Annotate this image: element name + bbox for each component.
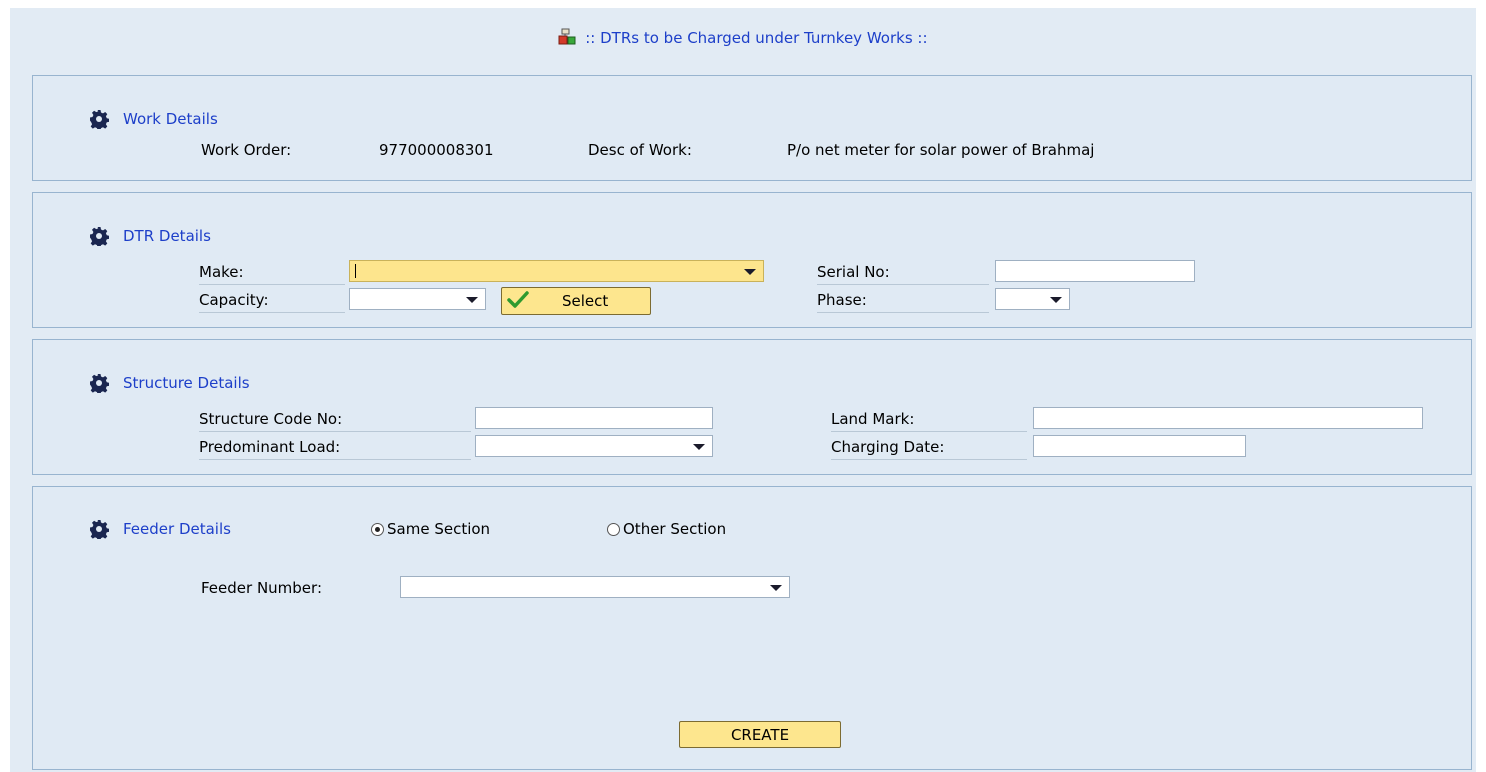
- chevron-down-icon: [770, 585, 782, 591]
- app-window: :: DTRs to be Charged under Turnkey Work…: [10, 8, 1476, 772]
- work-details-panel: Work Details Work Order: 977000008301 De…: [32, 75, 1472, 181]
- feeder-details-title-text: Feeder Details: [123, 520, 231, 538]
- page-title: :: DTRs to be Charged under Turnkey Work…: [10, 28, 1476, 50]
- create-button[interactable]: CREATE: [679, 721, 841, 748]
- predominant-load-label: Predominant Load:: [199, 438, 471, 460]
- serial-no-input[interactable]: [995, 260, 1195, 282]
- structure-details-title-text: Structure Details: [123, 374, 250, 392]
- dtr-details-panel: DTR Details Make: Capacity: Select Seria…: [32, 192, 1472, 328]
- gear-icon: [89, 373, 110, 395]
- chevron-down-icon: [693, 444, 705, 450]
- gear-icon: [89, 519, 110, 541]
- phase-label: Phase:: [817, 291, 989, 313]
- chevron-down-icon: [466, 297, 478, 303]
- dtr-details-title-text: DTR Details: [123, 227, 211, 245]
- predominant-load-select[interactable]: [475, 435, 713, 457]
- serial-no-label: Serial No:: [817, 263, 989, 285]
- structure-code-input[interactable]: [475, 407, 713, 429]
- land-mark-label: Land Mark:: [831, 410, 1027, 432]
- page-title-text: :: DTRs to be Charged under Turnkey Work…: [585, 29, 928, 47]
- radio-unselected-indicator[interactable]: [607, 522, 620, 536]
- same-section-radio[interactable]: Same Section: [371, 520, 490, 538]
- phase-select[interactable]: [995, 288, 1070, 310]
- make-select[interactable]: [349, 260, 764, 282]
- gear-icon: [89, 226, 110, 248]
- checkmark-icon: [507, 291, 529, 313]
- structure-details-title: Structure Details: [89, 373, 250, 395]
- transformer-icon: [558, 28, 576, 50]
- other-section-label: Other Section: [623, 520, 727, 538]
- structure-details-panel: Structure Details Structure Code No: Pre…: [32, 339, 1472, 475]
- chevron-down-icon: [744, 269, 756, 275]
- desc-of-work-value: P/o net meter for solar power of Brahmaj: [787, 141, 1095, 159]
- capacity-label: Capacity:: [199, 291, 345, 313]
- feeder-number-label: Feeder Number:: [201, 579, 322, 597]
- same-section-label: Same Section: [387, 520, 491, 538]
- desc-of-work-label: Desc of Work:: [588, 141, 692, 159]
- capacity-select[interactable]: [349, 288, 486, 310]
- work-details-title-text: Work Details: [123, 110, 218, 128]
- charging-date-label: Charging Date:: [831, 438, 1027, 460]
- other-section-radio[interactable]: Other Section: [607, 520, 726, 538]
- radio-selected-indicator[interactable]: [371, 522, 384, 536]
- structure-code-label: Structure Code No:: [199, 410, 471, 432]
- text-caret: [355, 264, 356, 278]
- charging-date-input[interactable]: [1033, 435, 1246, 457]
- work-order-value: 977000008301: [379, 141, 494, 159]
- feeder-details-title: Feeder Details: [89, 519, 231, 541]
- chevron-down-icon: [1050, 297, 1062, 303]
- work-order-label: Work Order:: [201, 141, 292, 159]
- make-label: Make:: [199, 263, 345, 285]
- work-details-title: Work Details: [89, 109, 218, 131]
- select-button-label: Select: [562, 292, 609, 310]
- select-button[interactable]: Select: [501, 287, 651, 315]
- land-mark-input[interactable]: [1033, 407, 1423, 429]
- feeder-number-select[interactable]: [400, 576, 790, 598]
- gear-icon: [89, 109, 110, 131]
- dtr-details-title: DTR Details: [89, 226, 211, 248]
- feeder-details-panel: Feeder Details Same Section Other Sectio…: [32, 486, 1472, 770]
